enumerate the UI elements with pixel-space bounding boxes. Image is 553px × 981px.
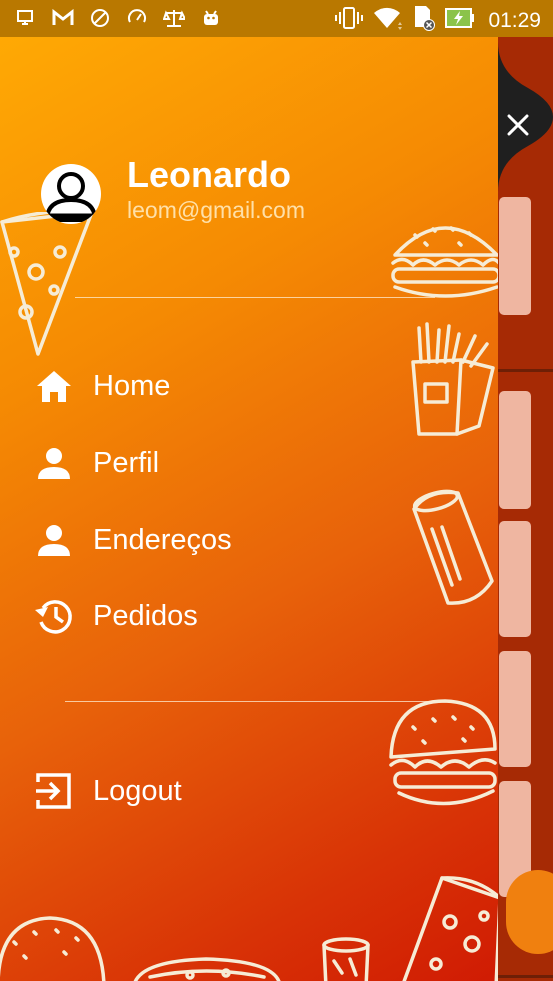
- history-icon: [34, 596, 74, 636]
- menu-item-label: Logout: [93, 774, 182, 807]
- balance-icon: [162, 6, 186, 30]
- pie-doodle: [0, 916, 106, 981]
- wifi-icon: [373, 6, 403, 35]
- user-avatar-icon: [44, 172, 98, 222]
- menu-item-pedidos[interactable]: Pedidos: [34, 591, 198, 641]
- user-name: Leonardo: [127, 154, 292, 195]
- menu-item-label: Perfil: [93, 446, 160, 479]
- status-time: 01:29: [488, 8, 541, 32]
- gmail-icon: [51, 6, 75, 30]
- battery-charging-icon: [445, 7, 475, 34]
- menu-item-perfil[interactable]: Perfil: [34, 438, 159, 488]
- background-fab: [506, 870, 553, 954]
- fries-doodle: [411, 322, 495, 436]
- vibrate-icon: [334, 6, 364, 35]
- person-icon: [34, 520, 74, 560]
- pizza-slice-doodle-2: [402, 876, 498, 981]
- navigation-drawer: Leonardo leom@gmail.com Home Perfil Ende…: [0, 37, 498, 981]
- menu-divider: [65, 701, 435, 702]
- background-card: [499, 651, 531, 767]
- burger-doodle: [391, 226, 498, 298]
- menu-item-home[interactable]: Home: [34, 361, 170, 411]
- screen-cast-icon: [14, 6, 38, 30]
- close-drawer-button[interactable]: [498, 42, 553, 192]
- menu-item-logout[interactable]: Logout: [34, 766, 182, 816]
- menu-item-label: Home: [93, 369, 171, 402]
- background-card: [499, 197, 531, 315]
- home-icon: [34, 366, 74, 406]
- background-divider: [498, 369, 553, 372]
- background-card: [499, 521, 531, 637]
- system-icons: 01:29: [334, 5, 541, 36]
- sd-card-icon: [412, 5, 436, 36]
- menu-item-label: Endereços: [93, 523, 232, 556]
- background-card: [499, 391, 531, 509]
- menu-item-label: Pedidos: [93, 599, 198, 632]
- bowl-doodle: [133, 957, 281, 981]
- menu-item-enderecos[interactable]: Endereços: [34, 515, 232, 565]
- avatar: [41, 164, 101, 224]
- pizza-slice-doodle: [0, 212, 94, 356]
- android-icon: [199, 6, 223, 30]
- logout-icon: [34, 771, 74, 811]
- user-email: leom@gmail.com: [127, 197, 306, 223]
- status-bar: 01:29: [0, 0, 553, 37]
- soda-can-doodle: [412, 489, 494, 605]
- notification-icons: [14, 6, 223, 30]
- close-icon: [507, 114, 529, 136]
- soda-can-doodle-2: [322, 937, 370, 981]
- do-not-disturb-icon: [88, 6, 112, 30]
- burger-doodle-2: [389, 699, 497, 806]
- speed-icon: [125, 6, 149, 30]
- background-divider: [498, 975, 553, 978]
- person-icon: [34, 443, 74, 483]
- header-divider: [75, 297, 435, 298]
